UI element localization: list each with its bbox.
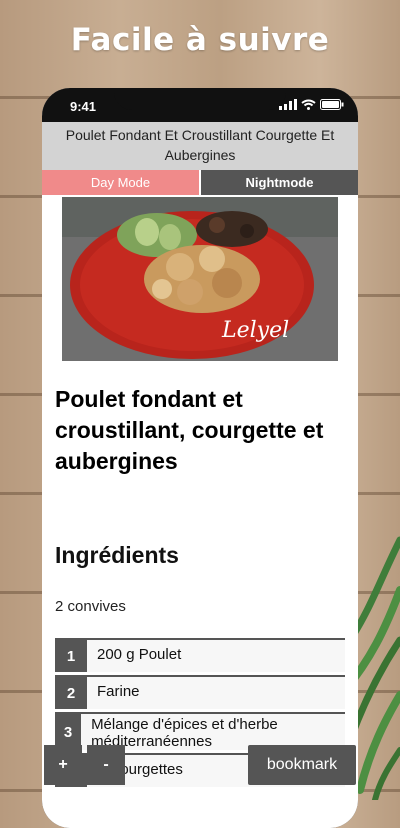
ingredient-text: 200 g Poulet bbox=[97, 646, 182, 663]
ingredients-heading: Ingrédients bbox=[55, 542, 179, 568]
status-icons bbox=[279, 99, 344, 110]
status-time: 9:41 bbox=[70, 99, 97, 114]
ingredient-number: 1 bbox=[55, 640, 87, 672]
night-mode-button[interactable]: Nightmode bbox=[199, 170, 358, 195]
ingredient-text: Farine bbox=[97, 683, 140, 700]
phone-notch bbox=[114, 88, 286, 110]
promo-headline: Facile à suivre bbox=[70, 22, 330, 58]
dish-illustration: Lelyel bbox=[62, 197, 338, 361]
recipe-photo: Lelyel bbox=[62, 197, 338, 361]
ingredient-row: 2 Farine bbox=[55, 675, 345, 709]
increase-servings-button[interactable]: + bbox=[44, 745, 82, 785]
servings-count: 2 convives bbox=[55, 598, 126, 615]
recipe-title: Poulet fondant et croustillant, courgett… bbox=[55, 386, 324, 474]
signal-icon bbox=[279, 99, 297, 110]
photo-watermark: Lelyel bbox=[221, 318, 289, 343]
decrease-servings-button[interactable]: - bbox=[87, 745, 125, 785]
ingredient-row: 1 200 g Poulet bbox=[55, 638, 345, 672]
mode-toggle: Day Mode Nightmode bbox=[42, 170, 358, 195]
day-mode-button[interactable]: Day Mode bbox=[42, 170, 199, 195]
status-bar: 9:41 bbox=[42, 88, 358, 122]
app-title-bar: Poulet Fondant Et Croustillant Courgette… bbox=[42, 122, 358, 170]
ingredient-number: 2 bbox=[55, 677, 87, 709]
bookmark-button[interactable]: bookmark bbox=[248, 745, 356, 785]
battery-icon bbox=[320, 99, 344, 110]
recipe-content: Poulet fondant et croustillant, courgett… bbox=[55, 384, 347, 615]
wifi-icon bbox=[301, 99, 316, 110]
